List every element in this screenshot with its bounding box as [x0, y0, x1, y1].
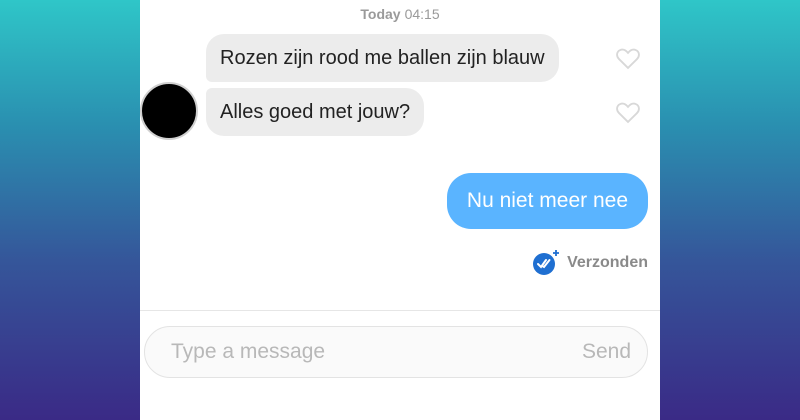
outgoing-message[interactable]: Nu niet meer nee: [446, 173, 648, 229]
double-check-icon: [533, 250, 560, 275]
heart-icon[interactable]: [614, 98, 642, 126]
message-input[interactable]: [171, 340, 551, 364]
send-button[interactable]: Send: [582, 340, 631, 364]
status-label: Verzonden: [567, 254, 648, 271]
incoming-message[interactable]: Rozen zijn rood me ballen zijn blauw: [206, 34, 559, 82]
chat-panel: Today 04:15 Rozen zijn rood me ballen zij…: [140, 0, 660, 420]
timestamp-day: Today: [360, 6, 401, 22]
avatar[interactable]: [140, 82, 198, 140]
heart-icon[interactable]: [614, 44, 642, 72]
incoming-message[interactable]: Alles goed met jouw?: [206, 88, 425, 136]
message-composer: Send: [144, 326, 648, 378]
delivery-status: Verzonden: [531, 248, 648, 278]
divider: [140, 310, 660, 311]
message-timestamp: Today 04:15: [140, 6, 660, 22]
timestamp-time: 04:15: [404, 6, 440, 22]
